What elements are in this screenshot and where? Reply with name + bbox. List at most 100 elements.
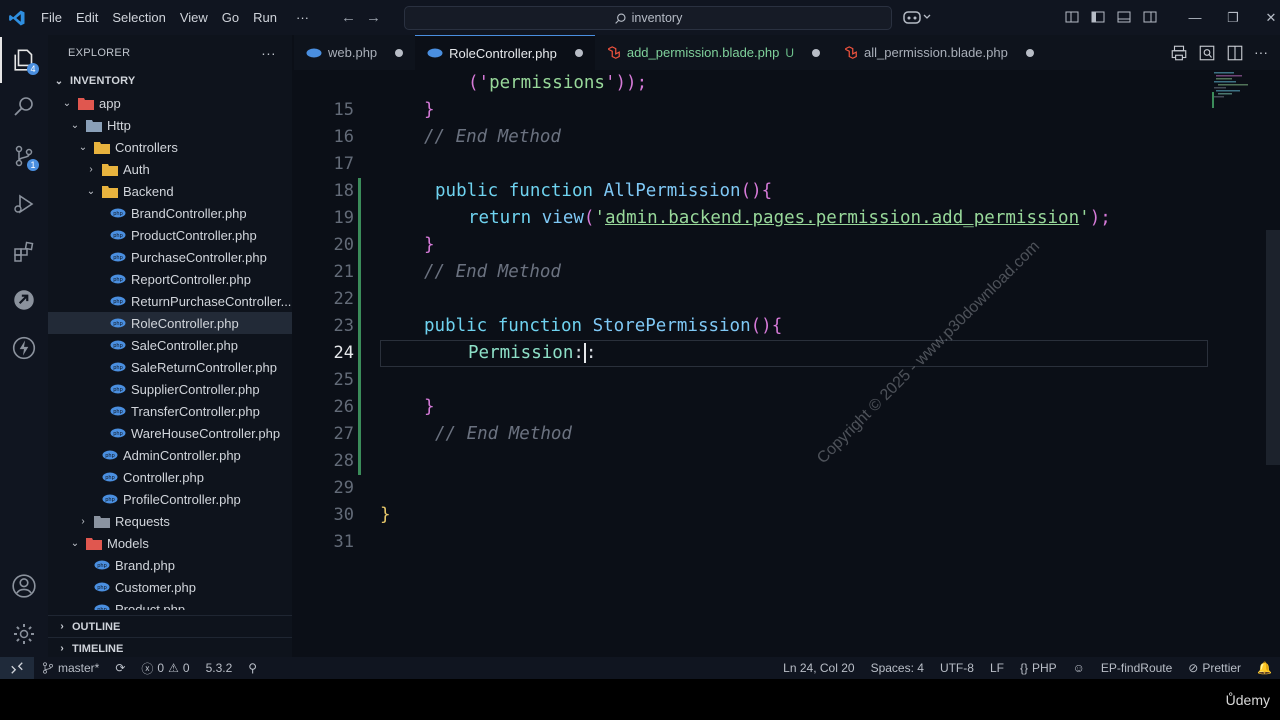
- tree-file[interactable]: php AdminController.php: [48, 444, 292, 466]
- tree-file[interactable]: php SupplierController.php: [48, 378, 292, 400]
- php-file-icon: php: [110, 228, 126, 242]
- timeline-label: TIMELINE: [72, 642, 124, 655]
- source-control-icon[interactable]: 1: [0, 133, 48, 179]
- php-version[interactable]: 5.3.2: [198, 661, 241, 675]
- tree-file[interactable]: php Customer.php: [48, 576, 292, 598]
- activity-bar: 4 1: [0, 35, 48, 657]
- menu-selection[interactable]: Selection: [105, 0, 172, 35]
- folder-icon: [78, 96, 94, 110]
- sync-icon[interactable]: ⟳: [107, 661, 133, 675]
- encoding[interactable]: UTF-8: [932, 661, 982, 675]
- minimize-icon[interactable]: —: [1176, 10, 1214, 25]
- split-editor-icon[interactable]: [1226, 44, 1244, 62]
- tree-file[interactable]: php Brand.php: [48, 554, 292, 576]
- remote-indicator-icon[interactable]: [0, 657, 34, 679]
- chevron-down-icon: ⌄: [62, 97, 72, 109]
- editor-more-icon[interactable]: ···: [1254, 44, 1268, 62]
- menu-go[interactable]: Go: [215, 0, 246, 35]
- unsaved-dot-icon[interactable]: [395, 48, 404, 57]
- tree-file[interactable]: php PurchaseController.php: [48, 246, 292, 268]
- language-mode[interactable]: {} PHP: [1012, 661, 1065, 675]
- php-file-icon: php: [110, 404, 126, 418]
- code-editor[interactable]: 15 16 17 18 19 20 21 22 23 24 25 26 27 28 29 30 31 ('per…: [294, 70, 1280, 657]
- outline-section[interactable]: › OUTLINE: [48, 615, 292, 637]
- run-debug-icon[interactable]: [0, 181, 48, 227]
- copilot-status-icon[interactable]: ☺: [1065, 661, 1093, 675]
- remote-explorer-icon[interactable]: [0, 277, 48, 323]
- tree-file[interactable]: php Product.php: [48, 598, 292, 610]
- tree-file[interactable]: php BrandController.php: [48, 202, 292, 224]
- prettier-status[interactable]: ⊘ Prettier: [1180, 661, 1249, 675]
- tree-file[interactable]: php ProfileController.php: [48, 488, 292, 510]
- extension-findroute[interactable]: EP-findRoute: [1093, 661, 1180, 675]
- tree-file[interactable]: php ReportController.php: [48, 268, 292, 290]
- explorer-more-icon[interactable]: ···: [261, 45, 276, 61]
- tab-web-php[interactable]: web.php: [294, 35, 416, 70]
- forward-arrow-icon[interactable]: →: [366, 9, 381, 26]
- tree-folder[interactable]: ⌄ Backend: [48, 180, 292, 202]
- tree-folder[interactable]: ⌄ Http: [48, 114, 292, 136]
- menu-file[interactable]: File: [34, 0, 69, 35]
- svg-text:php: php: [97, 585, 107, 591]
- vertical-scrollbar[interactable]: [1266, 230, 1280, 465]
- tree-folder[interactable]: › Requests: [48, 510, 292, 532]
- toggle-primary-sidebar-icon[interactable]: [1090, 9, 1106, 25]
- indentation[interactable]: Spaces: 4: [863, 661, 932, 675]
- tree-file[interactable]: php TransferController.php: [48, 400, 292, 422]
- close-icon[interactable]: ✕: [1252, 10, 1280, 26]
- search-view-icon[interactable]: [0, 83, 48, 129]
- tree-file[interactable]: php WareHouseController.php: [48, 422, 292, 444]
- tab-add_permission-blade-php[interactable]: add_permission.blade.php U: [594, 35, 833, 70]
- explorer-icon[interactable]: 4: [0, 37, 48, 83]
- view-path-string: admin.backend.pages.permission.add_permi…: [605, 208, 1080, 228]
- customize-layout-icon[interactable]: [1064, 9, 1080, 25]
- tree-folder[interactable]: ⌄ app: [48, 92, 292, 114]
- unsaved-dot-icon[interactable]: [574, 49, 583, 57]
- line-number: 17: [333, 154, 354, 174]
- tree-file[interactable]: php ReturnPurchaseController...: [48, 290, 292, 312]
- tree-file[interactable]: php RoleController.php: [48, 312, 292, 334]
- tree-file[interactable]: php Controller.php: [48, 466, 292, 488]
- copilot-icon[interactable]: [903, 9, 931, 28]
- account-icon[interactable]: [0, 563, 48, 609]
- unsaved-dot-icon[interactable]: [1025, 48, 1034, 57]
- cursor-position[interactable]: Ln 24, Col 20: [775, 661, 862, 675]
- extensions-icon[interactable]: [0, 229, 48, 275]
- folder-icon: [102, 184, 118, 198]
- git-graph-icon[interactable]: ⚲: [240, 661, 265, 675]
- tree-file[interactable]: php SaleReturnController.php: [48, 356, 292, 378]
- menu-more-icon[interactable]: ···: [284, 10, 321, 25]
- tree-folder[interactable]: ⌄ Models: [48, 532, 292, 554]
- tree-file[interactable]: php SaleController.php: [48, 334, 292, 356]
- toggle-panel-icon[interactable]: [1116, 9, 1132, 25]
- thunder-client-icon[interactable]: [0, 325, 48, 371]
- notifications-bell-icon[interactable]: 🔔: [1249, 661, 1280, 675]
- end-of-line[interactable]: LF: [982, 661, 1012, 675]
- back-arrow-icon[interactable]: ←: [341, 9, 356, 26]
- explorer-badge: 4: [27, 63, 39, 75]
- git-branch[interactable]: master*: [34, 661, 107, 675]
- find-icon[interactable]: [1198, 44, 1216, 62]
- tree-folder[interactable]: › Auth: [48, 158, 292, 180]
- menu-view[interactable]: View: [173, 0, 215, 35]
- unsaved-dot-icon[interactable]: [812, 48, 821, 57]
- tab-all_permission-blade-php[interactable]: all_permission.blade.php: [832, 35, 1046, 70]
- folder-icon: [86, 118, 102, 132]
- minimap[interactable]: [1212, 70, 1268, 120]
- timeline-section[interactable]: › TIMELINE: [48, 637, 292, 659]
- toggle-secondary-sidebar-icon[interactable]: [1142, 9, 1158, 25]
- vscode-logo-icon: [0, 0, 34, 35]
- print-icon[interactable]: [1170, 44, 1188, 62]
- command-center-search[interactable]: inventory: [404, 6, 892, 30]
- tree-root-inventory[interactable]: ⌄ INVENTORY: [48, 70, 292, 92]
- svg-text:php: php: [113, 277, 123, 283]
- tab-rolecontroller-php[interactable]: RoleController.php: [415, 35, 595, 70]
- php-file-icon: php: [110, 250, 126, 264]
- maximize-icon[interactable]: ❐: [1214, 10, 1252, 26]
- tree-folder[interactable]: ⌄ Controllers: [48, 136, 292, 158]
- settings-gear-icon[interactable]: [0, 611, 48, 657]
- menu-edit[interactable]: Edit: [69, 0, 105, 35]
- problems-indicator[interactable]: ⓧ 0 ⚠ 0: [133, 660, 197, 677]
- tree-file[interactable]: php ProductController.php: [48, 224, 292, 246]
- menu-run[interactable]: Run: [246, 0, 284, 35]
